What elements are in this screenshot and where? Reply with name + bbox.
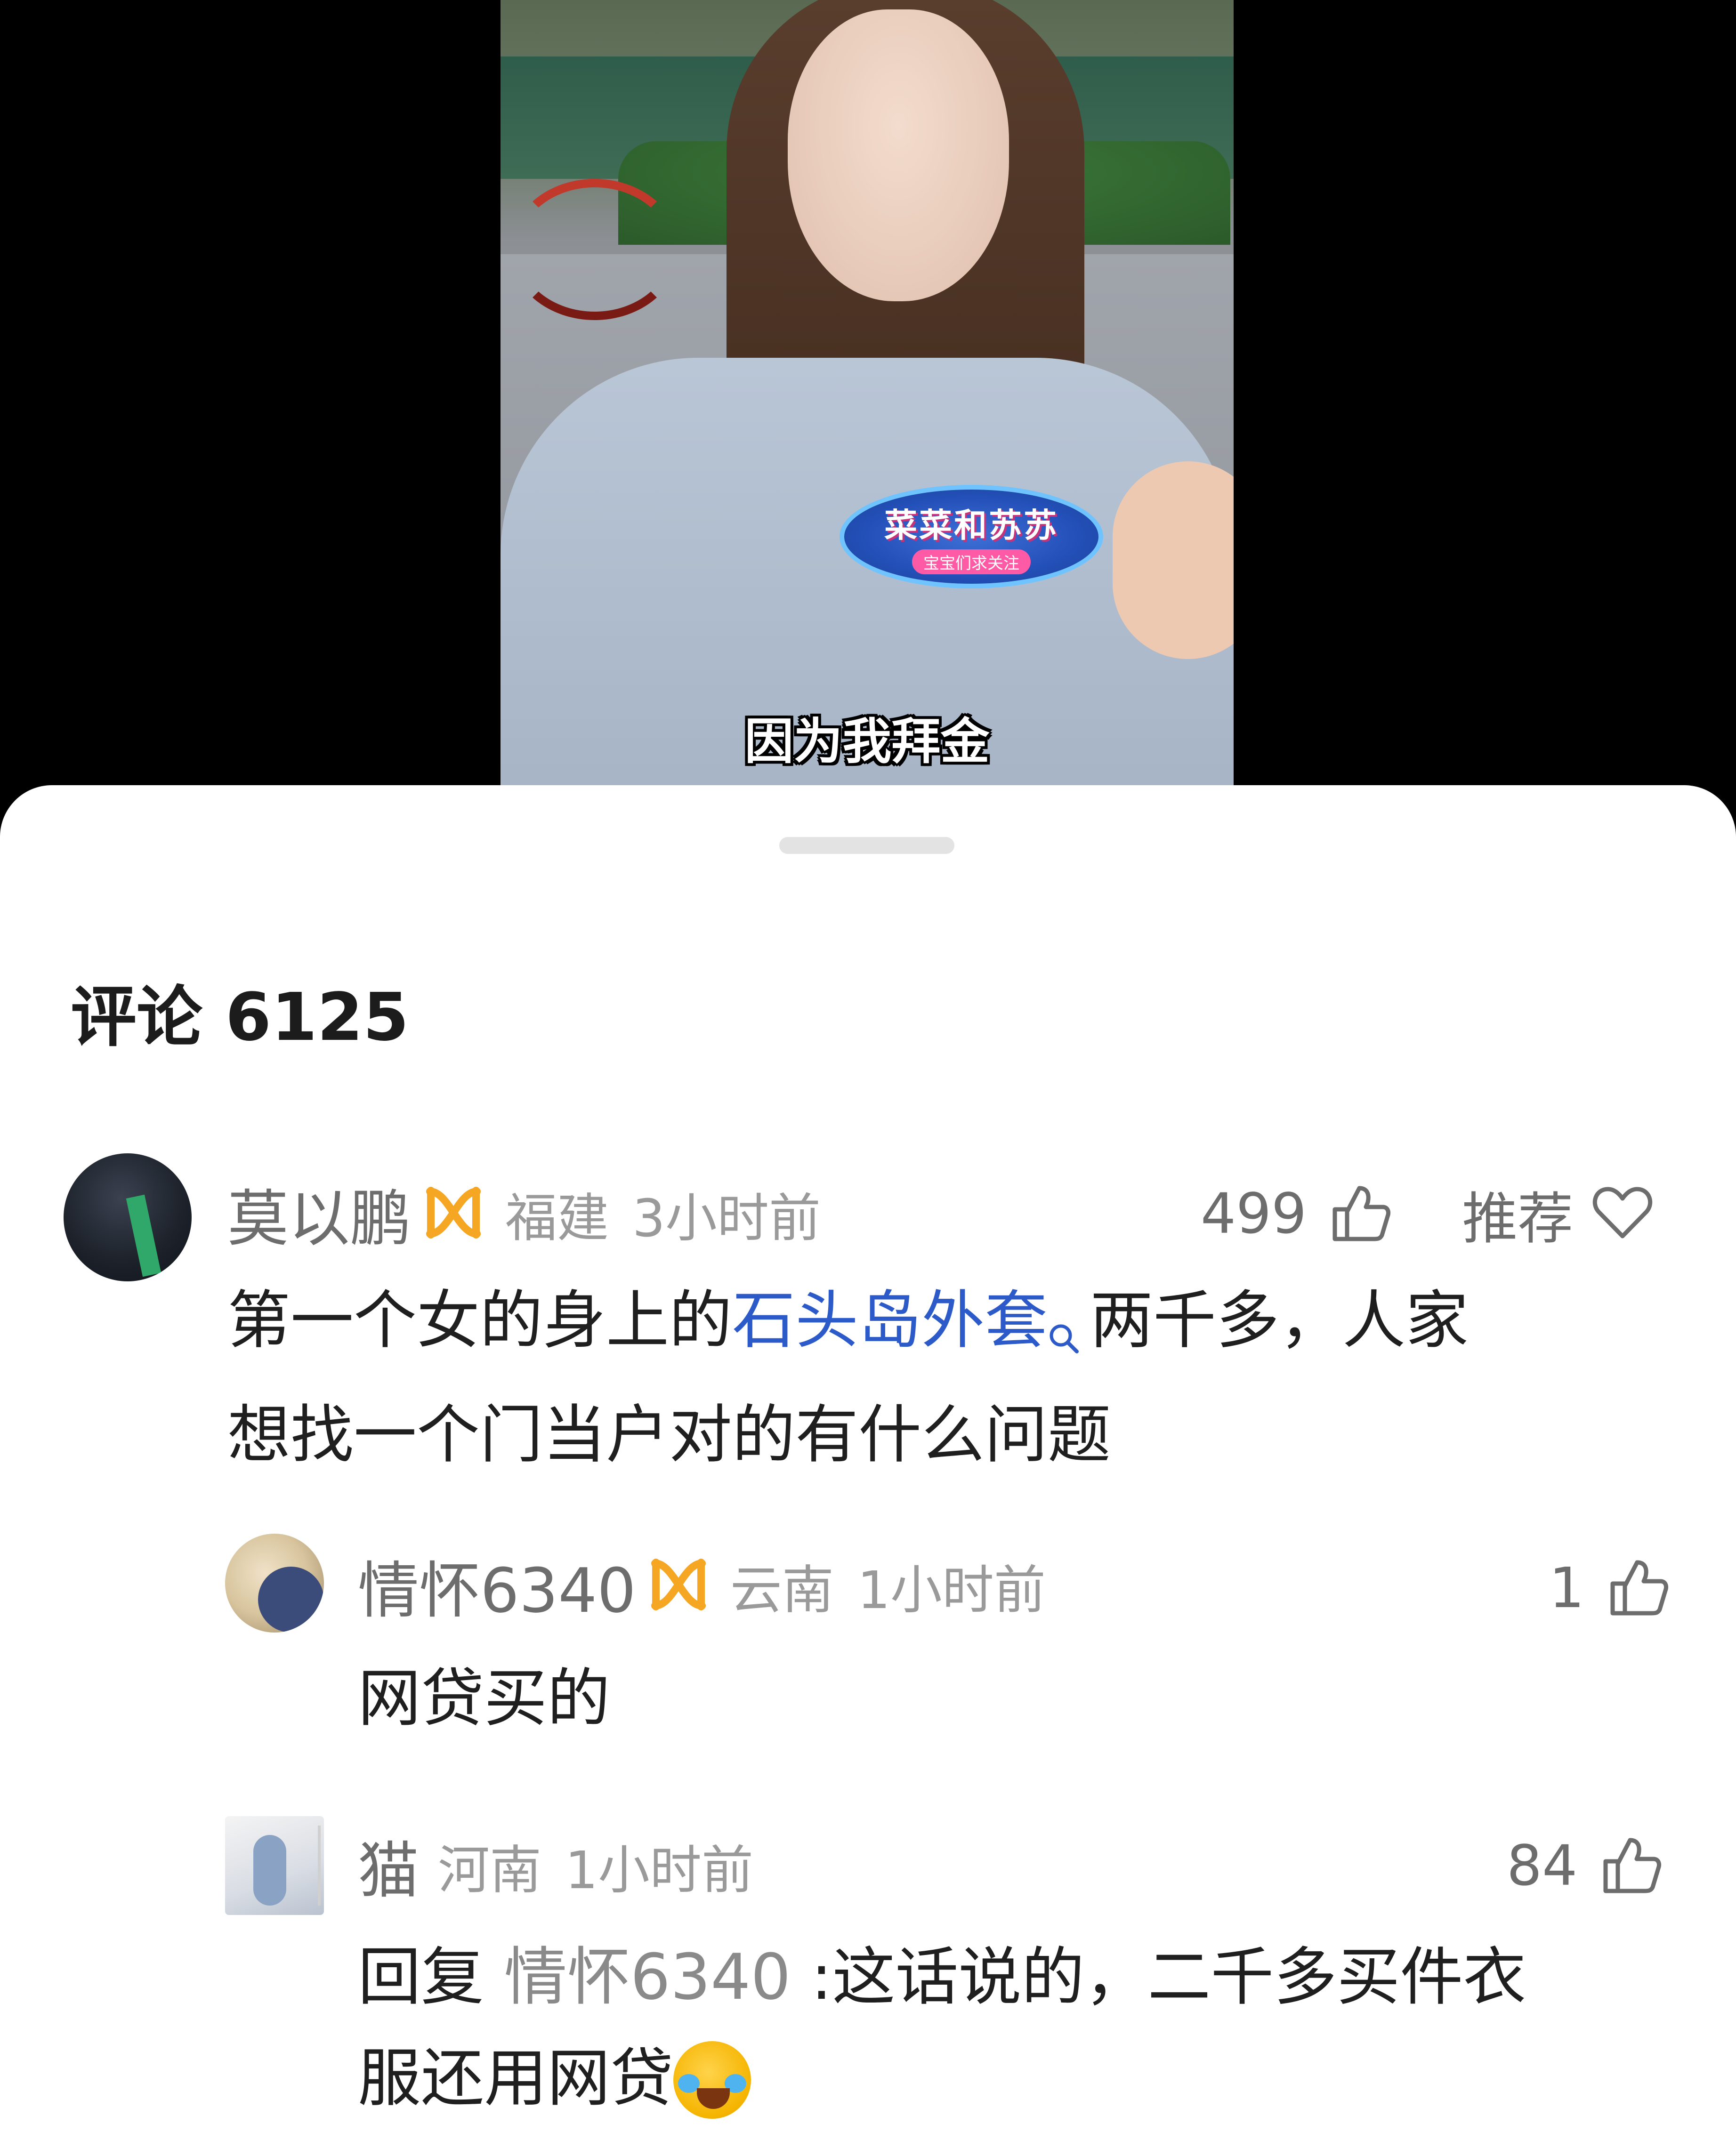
video-hand — [1113, 461, 1234, 659]
comment-text: 第一个女的身上的石头岛外套 两千多，人家 想找一个门当户对的有什么问题 — [227, 1270, 1687, 1486]
comment-actions: 499 推荐 — [1201, 1176, 1653, 1251]
thumb-up-icon[interactable] — [1608, 1558, 1669, 1618]
comment-location: 河南 — [438, 1840, 542, 1900]
comment-username[interactable]: 莫以鹏 — [227, 1169, 411, 1258]
comment-location: 云南 — [730, 1560, 834, 1620]
video-person-face — [788, 9, 1009, 301]
like-count: 499 — [1201, 1181, 1307, 1246]
comment-meta: 河南 1小时前 — [438, 1828, 753, 1903]
search-link[interactable]: 石头岛外套 — [732, 1284, 1048, 1357]
comment-meta: 云南 1小时前 — [730, 1548, 1046, 1623]
comment-actions: 1 — [1549, 1550, 1669, 1625]
avatar[interactable] — [64, 1153, 192, 1281]
reply-prefix: 回复 — [358, 1940, 484, 2014]
comment-time: 1小时前 — [565, 1840, 754, 1900]
comment-username[interactable]: 猫 — [358, 1821, 419, 1910]
badge-title: 菜菜和苏苏 — [884, 506, 1058, 545]
comment-header: 莫以鹏 福建 3小时前 — [227, 1166, 821, 1261]
comment-text-part: 想找一个门当户对的有什么问题 — [227, 1398, 1111, 1472]
heart-icon[interactable] — [1592, 1184, 1653, 1243]
microphone-badge: 菜菜和苏苏 宝宝们求关注 — [840, 485, 1103, 588]
comment-actions: 84 — [1507, 1828, 1662, 1903]
video-subtitle: 因为我拜金 — [744, 713, 990, 770]
comments-sheet: 评论 6125 莫以鹏 福建 3小时前 499 推荐 第一个女的身上的石头岛外套两… — [0, 785, 1736, 2156]
comment-time: 3小时前 — [632, 1188, 821, 1248]
comment-text-part: 第一个女的身上的 — [227, 1284, 733, 1357]
reply-target-username[interactable]: 情怀6340 — [504, 1940, 791, 2014]
like-count: 84 — [1507, 1833, 1578, 1898]
comment-text-part: 服还用网贷 — [358, 2042, 674, 2115]
badge-subtitle: 宝宝们求关注 — [912, 549, 1031, 574]
comment-text-part: :这话说的，二千多买件衣 — [811, 1940, 1526, 2014]
comment-text: 回复 情怀6340 :这话说的，二千多买件衣 服还用网贷 — [358, 1927, 1700, 2129]
avatar[interactable] — [225, 1816, 324, 1915]
thumb-up-icon[interactable] — [1601, 1835, 1662, 1896]
comment-username[interactable]: 情怀6340 — [358, 1541, 636, 1630]
thumb-up-icon[interactable] — [1330, 1183, 1391, 1244]
sheet-drag-handle[interactable] — [779, 837, 954, 854]
crying-laughing-emoji-icon — [673, 2041, 751, 2119]
comment-header: 情怀6340 云南 1小时前 — [358, 1541, 1046, 1630]
comment-meta: 福建 3小时前 — [505, 1176, 821, 1251]
comment-header: 猫 河南 1小时前 — [358, 1821, 753, 1910]
divider — [318, 1826, 321, 1906]
recommend-label[interactable]: 推荐 — [1462, 1174, 1573, 1254]
like-count: 1 — [1549, 1555, 1585, 1620]
vip-badge-icon — [420, 1182, 486, 1245]
avatar[interactable] — [225, 1534, 324, 1633]
comments-title: 评论 6125 — [71, 979, 409, 1056]
comment-text: 网贷买的 — [358, 1662, 611, 1735]
comment-time: 1小时前 — [857, 1560, 1046, 1620]
video-frame[interactable]: 菜菜和苏苏 宝宝们求关注 因为我拜金 — [501, 0, 1234, 800]
search-icon[interactable] — [1048, 1283, 1081, 1384]
comment-text-part: 两千多，人家 — [1090, 1284, 1469, 1357]
video-background-bike — [510, 179, 679, 320]
vip-badge-icon — [646, 1554, 711, 1617]
video-player[interactable]: 菜菜和苏苏 宝宝们求关注 因为我拜金 — [0, 0, 1736, 800]
comment-location: 福建 — [505, 1188, 609, 1248]
